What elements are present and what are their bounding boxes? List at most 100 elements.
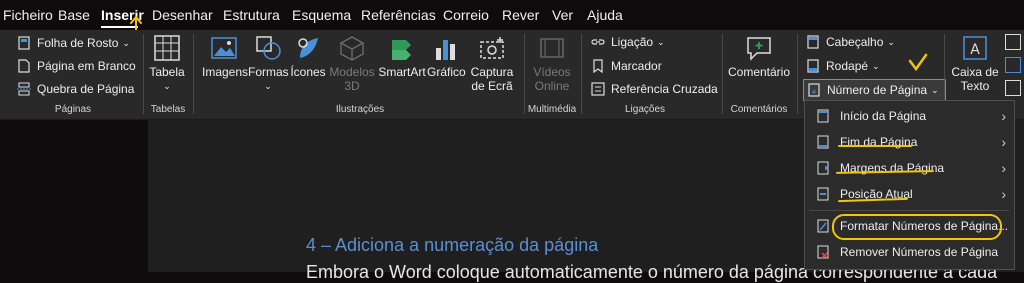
chevron-right-icon: ›: [1001, 186, 1006, 202]
chevron-down-icon: ⌄: [264, 81, 272, 91]
wordart-icon[interactable]: [1005, 57, 1021, 73]
smartart-button[interactable]: SmartArt: [378, 34, 426, 79]
comment-icon: [747, 37, 771, 61]
pagina-branco-label: Página em Branco: [37, 59, 136, 73]
quebra-pagina-label: Quebra de Página: [37, 82, 135, 96]
marcador-label: Marcador: [611, 59, 662, 73]
group-label-paginas: Páginas: [54, 104, 92, 115]
referencia-cruzada-button[interactable]: Referência Cruzada: [591, 79, 718, 99]
texto-label: Texto: [960, 79, 990, 93]
menu-referencias[interactable]: Referências: [361, 7, 436, 23]
rodape-label: Rodapé: [826, 59, 869, 73]
chevron-right-icon: ›: [1001, 160, 1006, 176]
pagina-branco-button[interactable]: Página em Branco: [17, 56, 136, 76]
tabela-label: Tabela: [149, 65, 185, 79]
chevron-right-icon: ›: [1001, 108, 1006, 124]
ligacao-label: Ligação: [611, 35, 654, 49]
shapes-icon: [256, 36, 281, 60]
video-icon: [540, 38, 564, 58]
chevron-down-icon: ⌄: [122, 37, 130, 48]
group-separator: [143, 34, 144, 114]
menu-item-label: Remover Números de Página: [840, 245, 999, 259]
cabecalho-button[interactable]: Cabeçalho ⌄: [806, 32, 895, 52]
group-label-comentarios: Comentários: [730, 104, 788, 115]
menu-separator: [809, 210, 1009, 211]
group-label-ligacoes: Ligações: [624, 104, 666, 115]
group-label-ilustracoes: Ilustrações: [335, 104, 385, 115]
camera-icon: [480, 37, 504, 59]
videos-online-button[interactable]: Vídeos Online: [530, 34, 574, 93]
caixa-texto-button[interactable]: A Caixa de Texto: [950, 34, 1000, 93]
menu-base[interactable]: Base: [58, 7, 90, 23]
tabela-button[interactable]: Tabela ⌄: [148, 34, 186, 93]
grafico-label: Gráfico: [427, 65, 466, 79]
folha-rosto-button[interactable]: Folha de Rosto ⌄: [17, 33, 130, 53]
menu-item-posicao-atual[interactable]: Posição Atual ›: [805, 181, 1014, 207]
link-icon: [591, 35, 605, 49]
cross-reference-icon: [591, 82, 605, 96]
group-separator: [581, 34, 582, 114]
menu-estrutura[interactable]: Estrutura: [223, 7, 280, 23]
bookmark-icon: [591, 59, 605, 74]
smartart-label: SmartArt: [378, 65, 426, 79]
group-separator: [722, 34, 723, 114]
header-icon: [806, 35, 820, 49]
formas-label: Formas: [248, 65, 289, 79]
menu-desenhar[interactable]: Desenhar: [152, 7, 213, 23]
videos-label: Vídeos: [533, 65, 571, 79]
table-icon: [154, 35, 180, 61]
menu-item-fim-pagina[interactable]: Fim da Página ›: [805, 129, 1014, 155]
chevron-down-icon: ⌄: [657, 36, 665, 47]
annotation-circle: [832, 214, 1002, 240]
icons-icon: [298, 38, 318, 58]
marcador-button[interactable]: Marcador: [591, 56, 662, 76]
quebra-pagina-button[interactable]: Quebra de Página: [17, 79, 134, 99]
rodape-button[interactable]: Rodapé ⌄: [806, 56, 880, 76]
modelos-3d-button[interactable]: Modelos 3D: [328, 34, 376, 93]
group-separator: [797, 34, 798, 114]
folha-rosto-label: Folha de Rosto: [37, 36, 119, 50]
numero-pagina-label: Número de Página: [827, 83, 928, 97]
group-label-tabelas: Tabelas: [150, 104, 186, 115]
chevron-down-icon: ⌄: [163, 81, 171, 91]
page-bottom-icon: [817, 135, 829, 149]
menu-rever[interactable]: Rever: [502, 7, 539, 23]
caixa-label: Caixa de: [951, 65, 999, 79]
grafico-button[interactable]: Gráfico: [427, 34, 466, 79]
formas-button[interactable]: Formas ⌄: [248, 34, 289, 93]
chevron-down-icon: ⌄: [931, 84, 939, 95]
modelos-3d-label: 3D: [344, 79, 360, 93]
menu-item-margens-pagina[interactable]: Margens da Página ›: [805, 155, 1014, 181]
imagens-button[interactable]: Imagens: [202, 34, 248, 79]
document-heading[interactable]: 4 – Adiciona a numeração da página: [306, 235, 598, 256]
group-label-multimedia: Multimédia: [527, 104, 577, 115]
footer-icon: [806, 59, 820, 73]
comentario-button[interactable]: Comentário: [727, 34, 791, 79]
cube-3d-icon: [340, 36, 364, 61]
icones-button[interactable]: Ícones: [290, 34, 326, 79]
menu-ficheiro[interactable]: Ficheiro: [3, 7, 53, 23]
image-icon: [211, 37, 237, 59]
page-margins-icon: [817, 161, 829, 175]
menu-item-label: Início da Página: [840, 109, 927, 123]
icones-label: Ícones: [290, 65, 326, 79]
group-separator: [193, 34, 194, 114]
cover-page-icon: [17, 36, 31, 50]
group-separator: [524, 34, 525, 114]
menu-item-remover-numeros[interactable]: Remover Números de Página: [805, 239, 1014, 265]
quick-parts-icon[interactable]: [1005, 34, 1021, 50]
chevron-down-icon: ⌄: [887, 36, 895, 47]
ligacao-button[interactable]: Ligação ⌄: [591, 32, 665, 52]
numero-pagina-button[interactable]: # Número de Página ⌄: [803, 79, 946, 101]
menu-item-inicio-pagina[interactable]: Início da Página ›: [805, 103, 1014, 129]
menu-ajuda[interactable]: Ajuda: [587, 7, 623, 23]
referencia-label: Referência Cruzada: [611, 82, 718, 96]
menu-ver[interactable]: Ver: [552, 7, 573, 23]
smartart-icon: [392, 40, 411, 60]
menu-correio[interactable]: Correio: [443, 7, 489, 23]
drop-cap-icon[interactable]: [1005, 80, 1021, 96]
online-label: Online: [534, 79, 570, 93]
page-number-icon: #: [807, 83, 821, 97]
menu-esquema[interactable]: Esquema: [292, 7, 351, 23]
captura-ecra-button[interactable]: Captura de Ecrã: [467, 34, 517, 93]
